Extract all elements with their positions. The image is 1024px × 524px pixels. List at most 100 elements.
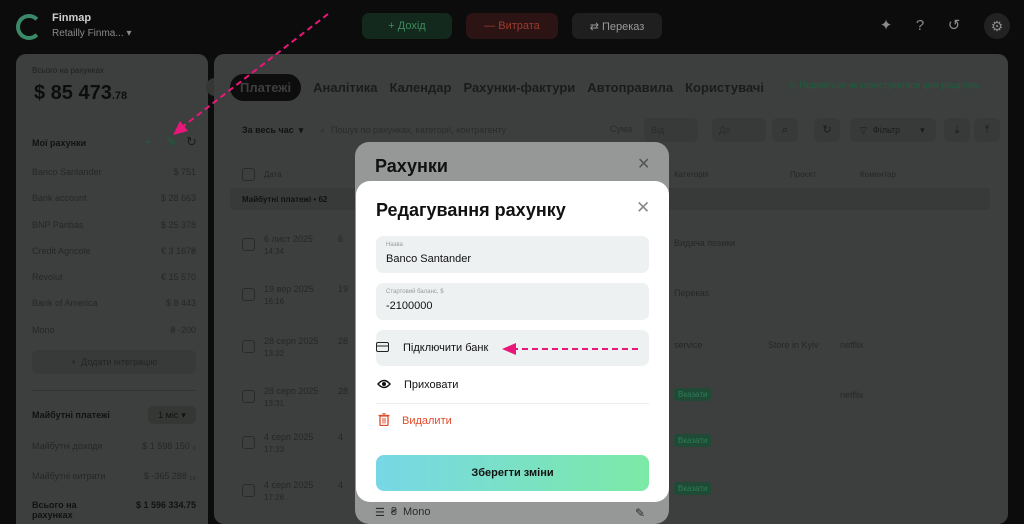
- eye-icon: [377, 378, 391, 392]
- tab-users[interactable]: Користувачі: [685, 80, 764, 95]
- period-dropdown[interactable]: 1 міс ▾: [148, 406, 196, 424]
- account-list-item[interactable]: ☰ ₴ Mono: [375, 506, 431, 519]
- row-date: 6 лист 2025: [264, 234, 313, 244]
- account-balance: € 15 570: [160, 272, 196, 282]
- divider: [32, 390, 196, 391]
- row-checkbox[interactable]: [242, 288, 255, 301]
- download-icon[interactable]: ⤓: [944, 118, 970, 142]
- account-name: Credit Agricole: [32, 246, 91, 256]
- add-transfer-button[interactable]: ⇄ Переказ: [572, 13, 662, 39]
- row-time: 17:33: [264, 445, 285, 454]
- edit-accounts-icon[interactable]: ✎: [166, 134, 177, 150]
- account-item[interactable]: Mono ₴ -200: [32, 325, 196, 335]
- total-accounts-row: Всього на рахунках $ 1 596 334.75: [32, 500, 196, 520]
- bank-card-icon: [376, 341, 389, 355]
- upload-icon[interactable]: ⤒: [974, 118, 1000, 142]
- row-time: 13:31: [264, 399, 285, 408]
- close-icon[interactable]: ✕: [636, 198, 650, 218]
- start-balance-input[interactable]: [386, 300, 636, 312]
- filter-button[interactable]: ▽ Фільтр ▾: [850, 118, 936, 142]
- row-checkbox[interactable]: [242, 238, 255, 251]
- history-icon[interactable]: ↺: [944, 16, 964, 36]
- search-input[interactable]: ⌕ Пошук по рахунках, категорії, контраген…: [320, 118, 590, 142]
- column-comment[interactable]: Коментар: [860, 170, 896, 179]
- category-badge[interactable]: Вказати: [674, 482, 712, 495]
- row-checkbox[interactable]: [242, 484, 255, 497]
- account-name: Banco Santander: [32, 167, 102, 177]
- add-integration-label: Додати інтеграцію: [81, 357, 158, 367]
- gear-icon[interactable]: ⚙: [984, 13, 1010, 39]
- account-balance: € 3 167₴: [160, 246, 196, 256]
- tab-analytics[interactable]: Аналітика: [313, 80, 377, 95]
- reset-icon[interactable]: ↻: [814, 118, 840, 142]
- account-balance: ₴ -200: [170, 325, 196, 335]
- account-name-field[interactable]: Назва: [376, 236, 649, 273]
- account-item[interactable]: Bank of America $ 8 443: [32, 298, 196, 308]
- bank-icon: ₴: [390, 506, 397, 518]
- edit-icon[interactable]: ✎: [635, 506, 645, 520]
- workspace-selector[interactable]: Retailly Finma... ▾: [52, 28, 132, 39]
- add-account-icon[interactable]: +: [144, 134, 152, 149]
- help-icon[interactable]: ?: [910, 16, 930, 36]
- chevron-down-icon: ▾: [920, 124, 925, 135]
- period-filter[interactable]: За весь час ▾: [230, 118, 310, 142]
- total-accounts-label: Всього на рахунках: [32, 500, 77, 520]
- row-checkbox[interactable]: [242, 390, 255, 403]
- sidebar: Всього на рахунках $ 85 473.78 ‹ Мої рах…: [16, 54, 224, 524]
- tab-autorules[interactable]: Автоправила: [587, 80, 673, 95]
- row-category: service: [674, 340, 703, 350]
- row-checkbox[interactable]: [242, 340, 255, 353]
- add-expense-button[interactable]: — Витрата: [466, 13, 558, 39]
- account-name: Revolut: [32, 272, 63, 282]
- account-name-input[interactable]: [386, 253, 636, 265]
- account-item[interactable]: Revolut € 15 570: [32, 272, 196, 282]
- amount-from-input[interactable]: Від: [644, 118, 698, 142]
- tab-calendar[interactable]: Календар: [390, 80, 452, 95]
- tab-payments[interactable]: Платежі: [230, 74, 302, 101]
- drag-handle-icon[interactable]: ☰: [375, 506, 385, 519]
- start-balance-field[interactable]: Стартовий баланс, $: [376, 283, 649, 320]
- connect-bank-label: Підключити банк: [403, 342, 489, 354]
- column-date[interactable]: Дата: [264, 170, 282, 179]
- column-category[interactable]: Категорія: [674, 170, 709, 179]
- future-expense-row[interactable]: Майбутні витрати $ -365 288 ₁₉: [32, 471, 196, 481]
- hide-account-button[interactable]: Приховати: [376, 367, 649, 403]
- category-badge[interactable]: Вказати: [674, 388, 712, 401]
- save-changes-button[interactable]: Зберегти зміни: [376, 455, 649, 491]
- row-checkbox[interactable]: [242, 436, 255, 449]
- plus-icon: +: [70, 357, 77, 367]
- trash-icon: [377, 413, 390, 429]
- sparkle-icon[interactable]: ✦: [876, 16, 896, 36]
- future-expense-value: $ -365 288 ₁₉: [143, 471, 196, 481]
- add-integration-button[interactable]: + Додати інтеграцію: [32, 350, 196, 374]
- row-comment: netflix: [840, 390, 864, 400]
- watch-tutorial-link[interactable]: ▷ Подивіться як користуватися цим розділ…: [790, 80, 979, 91]
- account-item[interactable]: Credit Agricole € 3 167₴: [32, 246, 196, 256]
- column-project[interactable]: Проєкт: [790, 170, 816, 179]
- connect-bank-button[interactable]: Підключити банк: [376, 330, 649, 366]
- search-icon[interactable]: ⌕: [772, 118, 798, 142]
- future-income-row[interactable]: Майбутні доходи $ 1 598 150 ₀: [32, 441, 196, 451]
- row-date-2: 4: [338, 432, 344, 442]
- delete-label: Видалити: [402, 415, 452, 427]
- refresh-accounts-icon[interactable]: ↻: [186, 134, 197, 150]
- account-balance: $ 25 378: [160, 220, 196, 230]
- add-income-button[interactable]: + Дохід: [362, 13, 452, 39]
- close-icon[interactable]: ✕: [637, 154, 650, 174]
- row-category: Перекаs: [674, 288, 710, 298]
- account-name: Mono: [32, 325, 55, 335]
- tab-invoices[interactable]: Рахунки-фактури: [463, 80, 575, 95]
- select-all-checkbox[interactable]: [242, 168, 255, 181]
- search-placeholder: Пошук по рахунках, категорії, контрагент…: [331, 125, 507, 135]
- account-item[interactable]: Banco Santander $ 751: [32, 167, 196, 177]
- account-item[interactable]: BNP Paribas $ 25 378: [32, 220, 196, 230]
- row-date-2: 19: [338, 284, 349, 294]
- delete-account-button[interactable]: Видалити: [376, 403, 649, 439]
- category-badge[interactable]: Вказати: [674, 434, 712, 447]
- workspace-name: Retailly Finma...: [52, 28, 124, 39]
- amount-to-input[interactable]: До: [712, 118, 766, 142]
- account-item[interactable]: Bank account $ 28 663: [32, 193, 196, 203]
- row-date-2: 4: [338, 480, 344, 490]
- field-label: Стартовий баланс, $: [386, 289, 444, 295]
- future-income-value: $ 1 598 150 ₀: [142, 441, 196, 451]
